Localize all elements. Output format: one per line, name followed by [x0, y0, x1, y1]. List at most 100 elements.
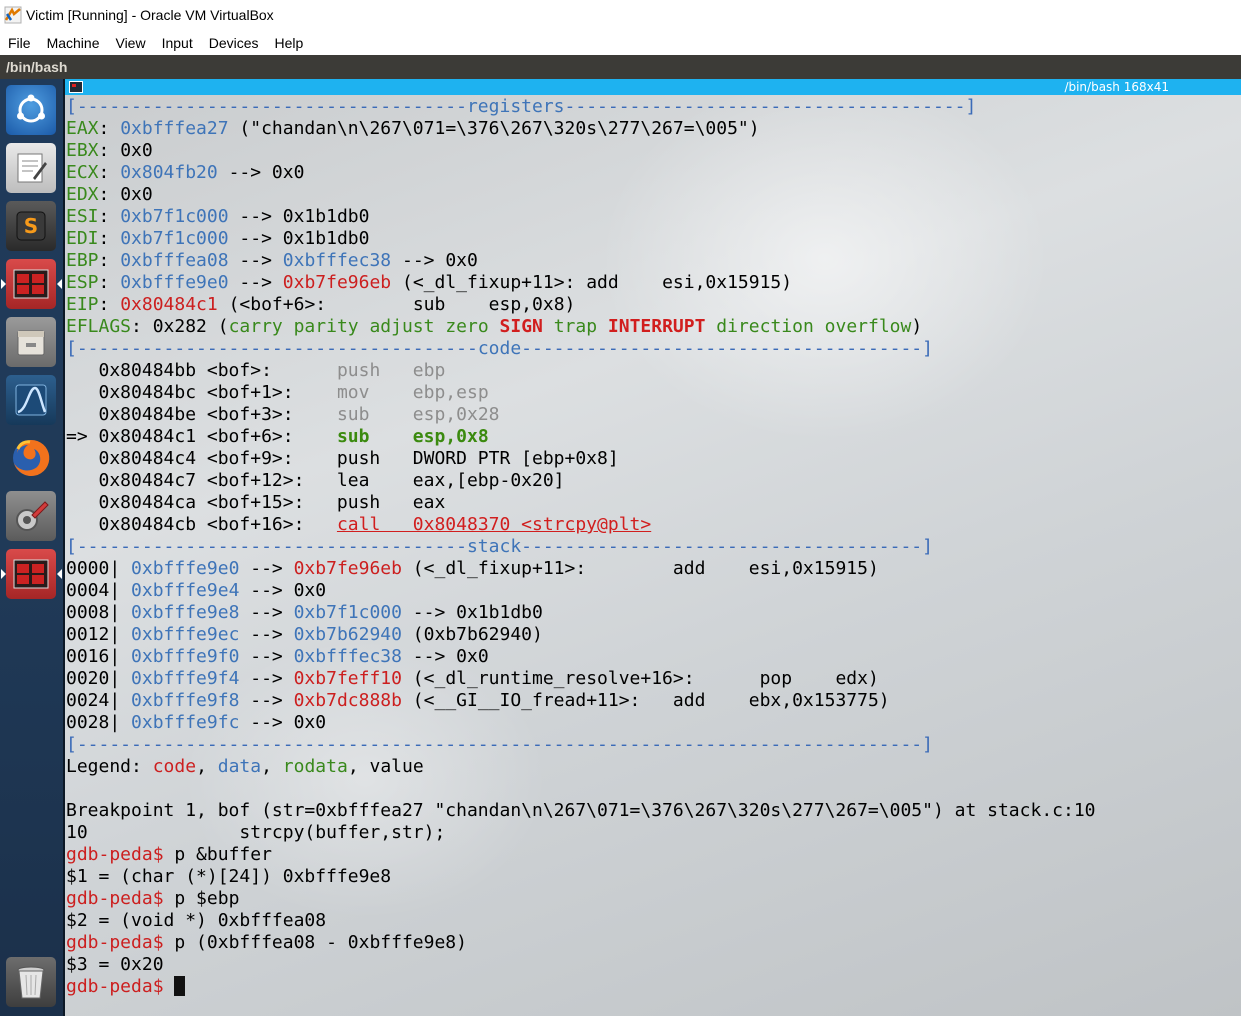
- terminal-text: -->: [239, 602, 294, 623]
- terminal-line: 0004| 0xbfffe9e4 --> 0x0: [66, 580, 1096, 602]
- terminal-text: EAX: [66, 118, 99, 139]
- menu-file[interactable]: File: [0, 35, 39, 51]
- unity-launcher: S: [0, 79, 65, 1016]
- terminal-line: 0024| 0xbfffe9f8 --> 0xb7dc888b (<__GI__…: [66, 690, 1096, 712]
- menu-machine[interactable]: Machine: [39, 35, 108, 51]
- terminal-text: :: [98, 272, 121, 293]
- terminal-text: 0020|: [66, 668, 132, 689]
- terminal-line: 10 strcpy(buffer,str);: [66, 822, 1096, 844]
- file-manager-icon[interactable]: [6, 317, 56, 367]
- terminal-text: --> 0x0: [391, 250, 478, 271]
- terminal-text: :: [98, 206, 121, 227]
- terminal-text: 0xbfffec38: [282, 250, 392, 271]
- terminal-line: $1 = (char (*)[24]) 0xbfffe9e8: [66, 866, 1096, 888]
- terminal-line: [-------------------------------------co…: [66, 338, 1096, 360]
- menu-devices[interactable]: Devices: [201, 35, 267, 51]
- terminal-text: 0028|: [66, 712, 132, 733]
- terminal-text: trap: [542, 316, 608, 337]
- terminal-text: (<bof+6>: sub esp,0x8): [217, 294, 576, 315]
- terminal-text: gdb-peda$: [66, 976, 164, 997]
- terminal-text: -->: [228, 250, 283, 271]
- terminal-window[interactable]: /bin/bash 168x41 [----------------------…: [65, 79, 1241, 1016]
- guest-top-panel: /bin/bash: [0, 55, 1241, 79]
- terminal-text: 0x80484cb <bof+16>:: [66, 514, 337, 535]
- terminal-text: EDX: [66, 184, 99, 205]
- terminal-text: -->: [239, 624, 294, 645]
- guest-window-title: /bin/bash: [6, 59, 68, 75]
- terminal-text: 0000|: [66, 558, 132, 579]
- terminal-icon-2[interactable]: [1, 549, 62, 599]
- menu-view[interactable]: View: [107, 35, 153, 51]
- terminal-text: 0x80484c7 <bof+12>: lea eax,[ebp-0x20]: [66, 470, 565, 491]
- terminal-text: :: [98, 118, 121, 139]
- terminal-text: 0xbfffe9f0: [131, 646, 240, 667]
- terminal-output[interactable]: [------------------------------------reg…: [66, 96, 1096, 998]
- terminal-line: Breakpoint 1, bof (str=0xbfffea27 "chand…: [66, 800, 1096, 822]
- terminal-text: 0xb7b62940: [293, 624, 402, 645]
- terminal-text: --> 0x1b1db0: [228, 206, 370, 227]
- firefox-icon[interactable]: [6, 433, 56, 483]
- terminal-line: EIP: 0x80484c1 (<bof+6>: sub esp,0x8): [66, 294, 1096, 316]
- terminal-text: push ebp: [336, 360, 446, 381]
- terminal-text: 0x804fb20: [120, 162, 218, 183]
- terminal-text: 0x80484be <bof+3>:: [66, 404, 337, 425]
- terminal-text: EIP: [66, 294, 99, 315]
- terminal-text: [------------------------------------: [66, 536, 467, 557]
- terminal-line: [------------------------------------sta…: [66, 536, 1096, 558]
- terminal-text: -------------------------------------]: [521, 536, 933, 557]
- sublime-text-icon[interactable]: S: [6, 201, 56, 251]
- terminal-tab-icon[interactable]: [69, 81, 83, 93]
- menu-help[interactable]: Help: [267, 35, 312, 51]
- terminal-line: 0x80484c4 <bof+9>: push DWORD PTR [ebp+0…: [66, 448, 1096, 470]
- terminal-text: --> 0x0: [401, 646, 489, 667]
- terminal-text: 0008|: [66, 602, 132, 623]
- system-settings-icon[interactable]: [6, 491, 56, 541]
- terminal-line: 0x80484bb <bof>: push ebp: [66, 360, 1096, 382]
- virtualbox-icon: [4, 6, 22, 24]
- terminal-text: 0xbfffec38: [293, 646, 402, 667]
- terminal-text: -------------------------------------]: [521, 338, 933, 359]
- terminal-text: p (0xbfffea08 - 0xbfffe9e8): [163, 932, 467, 953]
- terminal-line: gdb-peda$: [66, 976, 1096, 998]
- host-menu-bar: File Machine View Input Devices Help: [0, 30, 1241, 55]
- terminal-text: 0x80484bc <bof+1>:: [66, 382, 337, 403]
- terminal-text: :: [98, 228, 121, 249]
- terminal-text: 0024|: [66, 690, 132, 711]
- wireshark-icon[interactable]: [6, 375, 56, 425]
- terminal-line: 0020| 0xbfffe9f4 --> 0xb7feff10 (<_dl_ru…: [66, 668, 1096, 690]
- terminal-text: code: [477, 338, 522, 359]
- terminal-line: 0008| 0xbfffe9e8 --> 0xb7f1c000 --> 0x1b…: [66, 602, 1096, 624]
- terminal-text: carry parity adjust zero: [228, 316, 500, 337]
- terminal-text: 0xb7f1c000: [120, 206, 229, 227]
- terminal-line: EDX: 0x0: [66, 184, 1096, 206]
- terminal-text: :: [98, 294, 121, 315]
- window-title: Victim [Running] - Oracle VM VirtualBox: [26, 7, 274, 23]
- terminal-text: 0012|: [66, 624, 132, 645]
- terminal-text: gdb-peda$: [66, 844, 164, 865]
- ubuntu-logo-icon[interactable]: [6, 85, 56, 135]
- terminal-text: 0xbfffea08: [120, 250, 229, 271]
- text-editor-icon[interactable]: [6, 143, 56, 193]
- terminal-text: gdb-peda$: [66, 932, 164, 953]
- menu-input[interactable]: Input: [154, 35, 201, 51]
- terminal-line: gdb-peda$ p (0xbfffea08 - 0xbfffe9e8): [66, 932, 1096, 954]
- terminal-icon[interactable]: [1, 259, 62, 309]
- terminal-text: :: [98, 162, 121, 183]
- terminal-text: sub esp,0x28: [336, 404, 500, 425]
- terminal-line: 0012| 0xbfffe9ec --> 0xb7b62940 (0xb7b62…: [66, 624, 1096, 646]
- terminal-text: 0016|: [66, 646, 132, 667]
- terminal-text: -->: [239, 690, 294, 711]
- terminal-title: /bin/bash 168x41: [1064, 80, 1169, 94]
- terminal-text: 0xbfffe9fc: [131, 712, 240, 733]
- trash-icon[interactable]: [6, 957, 56, 1007]
- terminal-text: 0xbfffe9e8: [131, 602, 240, 623]
- terminal-text: 0xbfffe9ec: [131, 624, 240, 645]
- terminal-text: ,: [261, 756, 283, 777]
- terminal-line: 0x80484ca <bof+15>: push eax: [66, 492, 1096, 514]
- terminal-line: ESI: 0xb7f1c000 --> 0x1b1db0: [66, 206, 1096, 228]
- terminal-line: 0028| 0xbfffe9fc --> 0x0: [66, 712, 1096, 734]
- terminal-text: stack: [466, 536, 522, 557]
- terminal-text: --> 0x0: [239, 712, 327, 733]
